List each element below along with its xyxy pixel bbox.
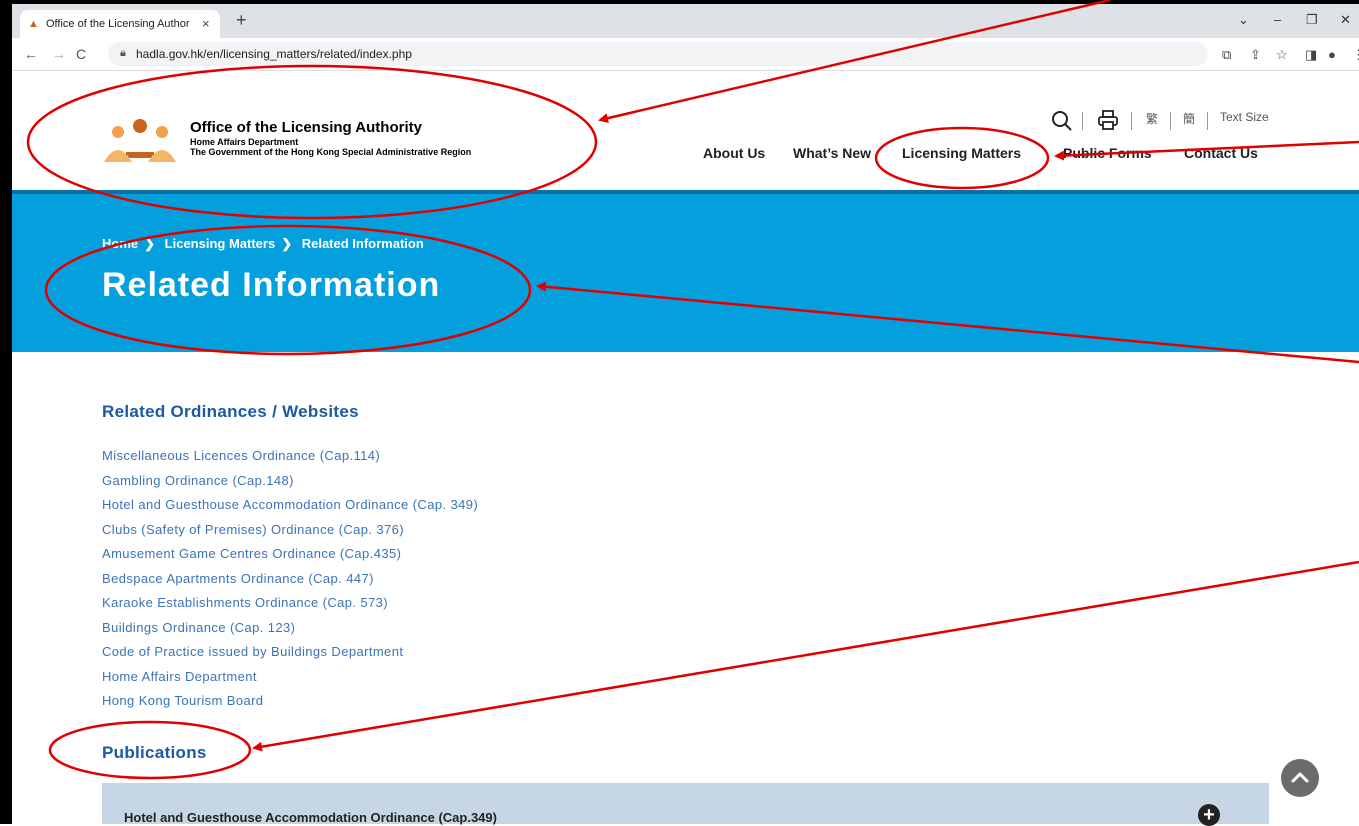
annotation-ellipse-logo (26, 64, 598, 220)
annotation-arrow (536, 281, 1359, 364)
annotation-arrow (598, 0, 1111, 124)
annotation-ellipse-title (44, 224, 532, 356)
annotation-ellipse-publications (48, 720, 252, 780)
annotation-arrow (252, 560, 1359, 752)
annotation-arrow (1054, 140, 1359, 161)
annotation-overlay (26, 0, 1359, 780)
annotation-ellipse-nav (874, 126, 1050, 190)
